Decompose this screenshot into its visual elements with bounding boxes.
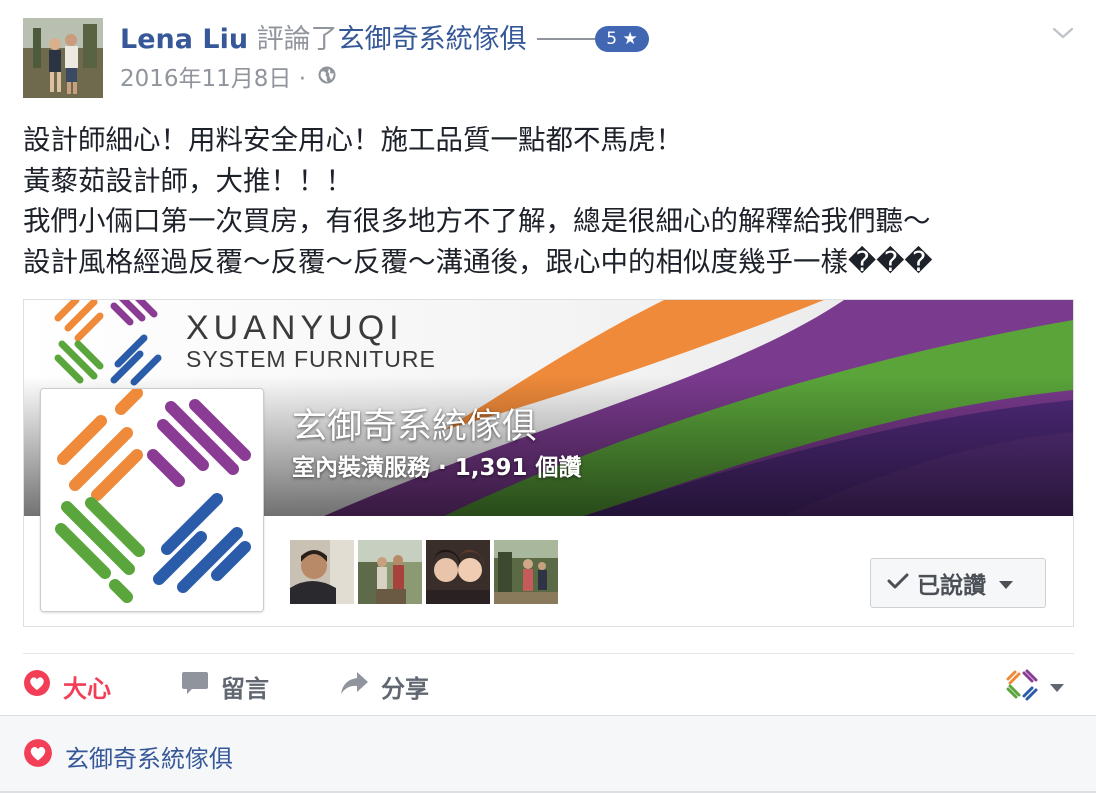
action-bar: 大心 留言 分享	[23, 664, 1074, 708]
share-button[interactable]: 分享	[339, 664, 429, 708]
comment-icon	[181, 670, 209, 702]
share-label: 分享	[381, 674, 429, 703]
post-header: Lena Liu 評論了玄御奇系統傢俱 5 ★	[120, 22, 649, 58]
rating-connector	[537, 37, 596, 40]
liked-button[interactable]: 已說讚	[870, 558, 1046, 608]
friend-avatar[interactable]	[290, 540, 354, 604]
post-text-line: 黃藜茹設計師，大推！！！	[23, 164, 353, 197]
comment-label: 留言	[221, 674, 269, 703]
author-name[interactable]: Lena Liu	[120, 24, 248, 55]
post-body: 設計師細心！用料安全用心！施工品質一點都不馬虎！ 黃藜茹設計師，大推！！！ 我們…	[23, 120, 1083, 282]
post-text-line: 我們小倆口第一次買房，有很多地方不了解，總是很細心的解釋給我們聽～	[23, 205, 931, 237]
page-card[interactable]: XUANYUQI SYSTEM FURNITURE 玄御奇系統傢俱 室內裝潢服務…	[23, 299, 1074, 627]
love-button[interactable]: 大心	[23, 664, 111, 708]
page-profile-picture[interactable]	[40, 388, 264, 612]
liked-button-label: 已說讚	[917, 573, 986, 599]
friend-avatar[interactable]	[494, 540, 558, 604]
reactions-row: 玄御奇系統傢俱	[23, 738, 233, 774]
author-avatar[interactable]	[23, 18, 103, 98]
post-text-line: 設計風格經過反覆～反覆～反覆～溝通後，跟心中的相似度幾乎一樣���	[23, 245, 933, 278]
caret-down-icon	[1049, 678, 1065, 697]
post-as-page-selector[interactable]	[1005, 668, 1065, 706]
share-arrow-icon	[339, 670, 369, 702]
love-label: 大心	[63, 674, 111, 703]
comment-button[interactable]: 留言	[181, 664, 269, 708]
rating-badge: 5 ★	[595, 25, 649, 52]
meta-separator: ·	[298, 66, 307, 92]
check-icon	[887, 570, 909, 596]
reviewed-page-link[interactable]: 玄御奇系統傢俱	[338, 24, 527, 55]
caret-down-icon	[998, 570, 1014, 596]
card-page-category: 室內裝潢服務 · 1,391 個讚	[292, 455, 582, 481]
heart-icon	[23, 669, 51, 703]
brand-subtitle: SYSTEM FURNITURE	[186, 346, 436, 372]
post-date[interactable]: 2016年11月8日	[120, 66, 291, 92]
card-page-name[interactable]: 玄御奇系統傢俱	[292, 404, 537, 450]
action-text: 評論了	[256, 24, 338, 55]
post-meta: 2016年11月8日 ·	[120, 62, 337, 97]
action-divider	[23, 653, 1074, 654]
chevron-down-icon[interactable]	[1050, 20, 1076, 46]
friends-who-like	[290, 540, 558, 604]
page-logo-icon	[1005, 668, 1039, 706]
reactor-name[interactable]: 玄御奇系統傢俱	[65, 739, 233, 774]
reactions-summary: 玄御奇系統傢俱	[0, 715, 1096, 793]
post-text-line: 設計師細心！用料安全用心！施工品質一點都不馬虎！	[23, 124, 683, 156]
friend-avatar[interactable]	[358, 540, 422, 604]
globe-icon[interactable]	[317, 62, 337, 94]
friend-avatar[interactable]	[426, 540, 490, 604]
heart-icon	[23, 738, 53, 774]
brand-name: XUANYUQI	[186, 309, 404, 347]
